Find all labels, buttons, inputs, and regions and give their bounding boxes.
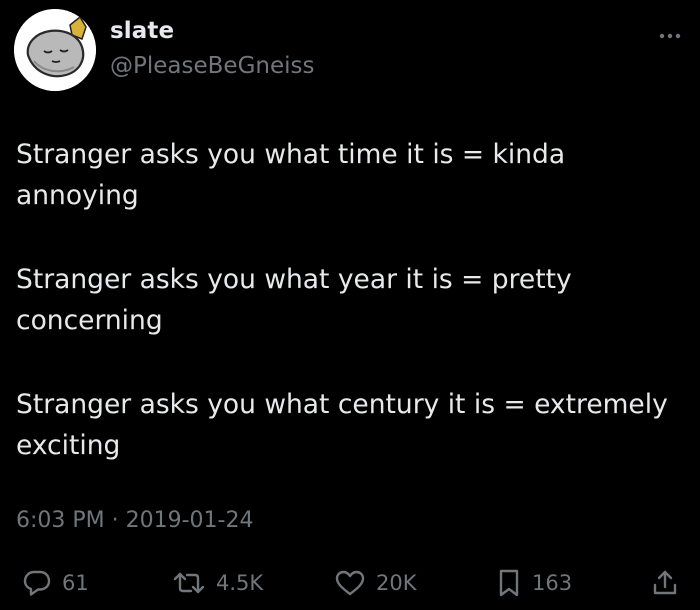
action-bar: 61 4.5K 20K 163 <box>0 560 700 606</box>
tweet-card: slate @PleaseBeGneiss Stranger asks you … <box>0 0 700 610</box>
bookmark-icon <box>499 569 519 597</box>
tweet-paragraph: Stranger asks you what time it is = kind… <box>16 139 566 211</box>
like-button[interactable]: 20K <box>334 568 417 598</box>
more-dots-icon <box>659 33 681 39</box>
display-name[interactable]: slate <box>110 18 174 44</box>
user-handle[interactable]: @PleaseBeGneiss <box>110 53 314 79</box>
tweet-paragraph: Stranger asks you what century it is = e… <box>16 389 668 461</box>
share-button[interactable] <box>650 568 680 598</box>
retweet-icon <box>173 572 205 594</box>
rock-avatar-icon <box>14 9 96 91</box>
heart-icon <box>335 570 365 596</box>
reply-count: 61 <box>62 571 89 595</box>
reply-button[interactable]: 61 <box>22 568 89 598</box>
reply-bubble-icon <box>23 570 51 596</box>
more-options-button[interactable] <box>654 26 686 46</box>
retweet-count: 4.5K <box>216 571 264 595</box>
share-upload-icon <box>653 570 677 595</box>
like-count: 20K <box>376 571 417 595</box>
bookmark-button[interactable]: 163 <box>496 568 572 598</box>
retweet-button[interactable]: 4.5K <box>172 568 263 598</box>
tweet-paragraph: Stranger asks you what year it is = pret… <box>16 264 572 336</box>
tweet-timestamp[interactable]: 6:03 PM · 2019-01-24 <box>16 508 253 533</box>
bookmark-count: 163 <box>532 571 573 595</box>
avatar[interactable] <box>14 9 96 91</box>
tweet-text: Stranger asks you what time it is = kind… <box>16 134 686 509</box>
